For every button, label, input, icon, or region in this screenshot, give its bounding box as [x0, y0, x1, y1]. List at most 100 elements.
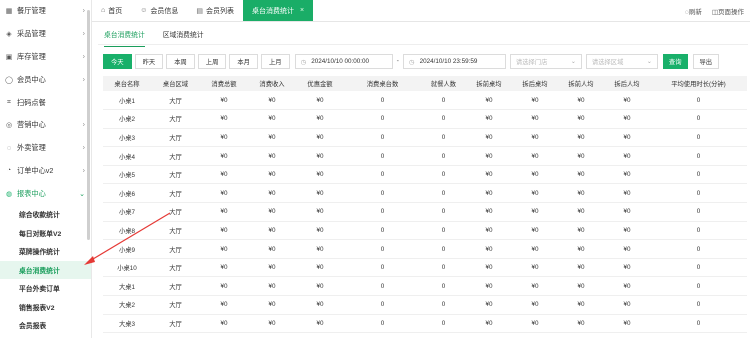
column-header[interactable]: 桌台区域 — [151, 76, 200, 91]
chevron-icon: › — [82, 121, 85, 129]
refresh-button[interactable]: ◌刷新 — [685, 6, 702, 16]
column-header[interactable]: 消费总额 — [200, 76, 248, 91]
quick-this-week-button[interactable]: 本周 — [166, 54, 195, 69]
close-icon[interactable]: × — [300, 7, 304, 14]
sidebar-subitem[interactable]: 桌台消费统计 — [0, 260, 91, 280]
sidebar-item-2[interactable]: ▣ 库存管理 › — [0, 46, 91, 69]
sidebar-item-5[interactable]: ◎ 营销中心 › — [0, 114, 91, 137]
sidebar-subitem[interactable]: 销售报表V2 — [0, 298, 91, 317]
column-header[interactable]: 拆前人均 — [558, 76, 604, 91]
sidebar-item-label: 采品管理 — [17, 29, 46, 39]
start-date-input[interactable]: ◷ 2024/10/10 00:00:00 — [294, 54, 393, 69]
export-button[interactable]: 导出 — [692, 54, 720, 69]
table-cell: ¥0 — [512, 165, 558, 185]
table-cell: ¥0 — [512, 314, 558, 334]
table-row[interactable]: 小桌7 大厅 ¥0 ¥0 ¥0 0 0 ¥0 ¥0 ¥0 ¥0 0 — [103, 202, 747, 222]
table-cell: ¥0 — [296, 295, 344, 315]
divider — [98, 44, 748, 45]
sidebar-item-label: 库存管理 — [17, 51, 46, 61]
table-row[interactable]: 小桌2 大厅 ¥0 ¥0 ¥0 0 0 ¥0 ¥0 ¥0 ¥0 0 — [103, 109, 747, 129]
quick-last-week-button[interactable]: 上周 — [197, 54, 227, 69]
table-cell: 0 — [421, 314, 466, 334]
sidebar-item-3[interactable]: ◯ 会员中心 › — [0, 68, 91, 91]
chevron-icon: ⌄ — [79, 190, 85, 198]
table-cell: ¥0 — [248, 128, 296, 148]
table-row[interactable]: 小桌10 大厅 ¥0 ¥0 ¥0 0 0 ¥0 ¥0 ¥0 ¥0 0 — [103, 258, 747, 278]
column-header[interactable]: 桌台名称 — [103, 76, 151, 91]
table-cell: ¥0 — [248, 109, 296, 129]
table-cell: ¥0 — [466, 202, 512, 222]
list-icon: ▤ — [196, 7, 204, 15]
tab-home[interactable]: ⌂ 首页 — [92, 0, 131, 21]
table-row[interactable]: 小桌5 大厅 ¥0 ¥0 ¥0 0 0 ¥0 ¥0 ¥0 ¥0 0 — [103, 165, 747, 185]
end-date-input[interactable]: ◷ 2024/10/10 23:59:59 — [402, 54, 506, 69]
table-row[interactable]: 大桌1 大厅 ¥0 ¥0 ¥0 0 0 ¥0 ¥0 ¥0 ¥0 0 — [103, 276, 747, 297]
sidebar-scrollbar[interactable] — [87, 10, 90, 240]
chevron-down-icon: ⌄ — [570, 59, 576, 65]
table-cell: 0 — [421, 183, 466, 204]
column-header[interactable]: 就餐人数 — [421, 76, 466, 91]
sidebar-subitem[interactable]: 每日对账单V2 — [0, 224, 91, 243]
column-header[interactable]: 平均使用时长(分钟) — [650, 76, 747, 91]
table-row[interactable]: 小桌8 大厅 ¥0 ¥0 ¥0 0 0 ¥0 ¥0 ¥0 ¥0 0 — [103, 221, 747, 241]
table-cell: 0 — [344, 295, 421, 315]
area-select[interactable]: 请选择区域 ⌄ — [585, 54, 658, 69]
quick-today-button[interactable]: 今天 — [103, 54, 132, 69]
table-row[interactable]: 小桌4 大厅 ¥0 ¥0 ¥0 0 0 ¥0 ¥0 ¥0 ¥0 0 — [103, 146, 747, 166]
home-icon: ⌂ — [101, 7, 106, 14]
quick-this-month-button[interactable]: 本月 — [229, 54, 258, 69]
table-row[interactable]: 大桌3 大厅 ¥0 ¥0 ¥0 0 0 ¥0 ¥0 ¥0 ¥0 0 — [103, 314, 747, 334]
table-row[interactable]: 小桌6 大厅 ¥0 ¥0 ¥0 0 0 ¥0 ¥0 ¥0 ¥0 0 — [103, 183, 747, 204]
sidebar-item-8[interactable]: ◍ 报表中心 ⌄ — [0, 182, 91, 205]
table-cell: ¥0 — [512, 183, 558, 204]
table-cell: ¥0 — [200, 239, 248, 259]
chevron-icon: › — [82, 7, 85, 15]
table-cell: ¥0 — [296, 128, 344, 148]
sidebar-item-6[interactable]: ◌ 外卖管理 › — [0, 137, 91, 160]
table-cell: ¥0 — [200, 202, 248, 222]
quick-last-month-button[interactable]: 上月 — [260, 54, 290, 69]
column-header[interactable]: 消费收入 — [248, 76, 296, 91]
chart-icon: ◍ — [5, 190, 13, 198]
table-row[interactable]: 小桌1 大厅 ¥0 ¥0 ¥0 0 0 ¥0 ¥0 ¥0 ¥0 0 — [103, 91, 747, 111]
table-cell: 小桌6 — [103, 183, 151, 204]
table-cell: ¥0 — [296, 314, 344, 334]
chevron-down-icon: ⌄ — [646, 59, 652, 65]
table-cell: 小桌9 — [103, 239, 151, 259]
table-cell: ¥0 — [604, 239, 650, 259]
tab-member-info[interactable]: ☺ 会员信息 — [131, 0, 187, 21]
tab-member-list[interactable]: ▤ 会员列表 — [187, 0, 243, 21]
sidebar-subitem[interactable]: 会员报表 — [0, 316, 91, 335]
column-header[interactable]: 优惠金额 — [296, 76, 344, 91]
sidebar-subitem[interactable]: 平台外卖订单 — [0, 279, 91, 298]
page-ops-button[interactable]: ◫页面操作 — [712, 6, 744, 16]
table-cell: 大厅 — [151, 221, 200, 241]
column-header[interactable]: 拆后桌均 — [512, 76, 558, 91]
table-cell: ¥0 — [604, 183, 650, 204]
column-header[interactable]: 消费桌台数 — [344, 76, 421, 91]
filter-bar: 今天 昨天 本周 上周 本月 上月 ◷ 2024/10/10 00:00:00 -… — [103, 54, 720, 69]
table-cell: ¥0 — [296, 109, 344, 129]
sidebar-item-7[interactable]: ◔ 订单中心v2 › — [0, 160, 91, 183]
table-cell: ¥0 — [248, 258, 296, 278]
table-row[interactable]: 小桌9 大厅 ¥0 ¥0 ¥0 0 0 ¥0 ¥0 ¥0 ¥0 0 — [103, 239, 747, 259]
sidebar-subitem[interactable]: 菜牌操作统计 — [0, 242, 91, 261]
subtab-area-stats[interactable]: 区域消费统计 — [163, 27, 204, 43]
subtab-table-stats[interactable]: 桌台消费统计 — [104, 27, 145, 47]
column-header[interactable]: 拆前桌均 — [466, 76, 512, 91]
store-select[interactable]: 请选择门店 ⌄ — [509, 54, 582, 69]
sidebar-subitem[interactable]: 综合收款统计 — [0, 205, 91, 224]
column-header[interactable]: 拆后人均 — [604, 76, 650, 91]
table-row[interactable]: 小桌3 大厅 ¥0 ¥0 ¥0 0 0 ¥0 ¥0 ¥0 ¥0 0 — [103, 128, 747, 148]
table-row[interactable]: 大桌2 大厅 ¥0 ¥0 ¥0 0 0 ¥0 ¥0 ¥0 ¥0 0 — [103, 295, 747, 315]
megaphone-icon: ◎ — [5, 122, 13, 130]
sidebar-item-4[interactable]: ⌗ 扫码点餐 — [0, 91, 91, 114]
sidebar-item-0[interactable]: ▦ 餐厅管理 › — [0, 0, 91, 23]
table-cell: 0 — [421, 146, 466, 166]
query-button[interactable]: 查询 — [662, 54, 688, 69]
quick-yesterday-button[interactable]: 昨天 — [134, 54, 164, 69]
sidebar-item-1[interactable]: ◈ 采品管理 › — [0, 23, 91, 46]
table-cell: 0 — [344, 91, 421, 111]
tab-table-consumption[interactable]: 桌台消费统计 × — [243, 0, 314, 21]
table-cell: ¥0 — [296, 183, 344, 204]
